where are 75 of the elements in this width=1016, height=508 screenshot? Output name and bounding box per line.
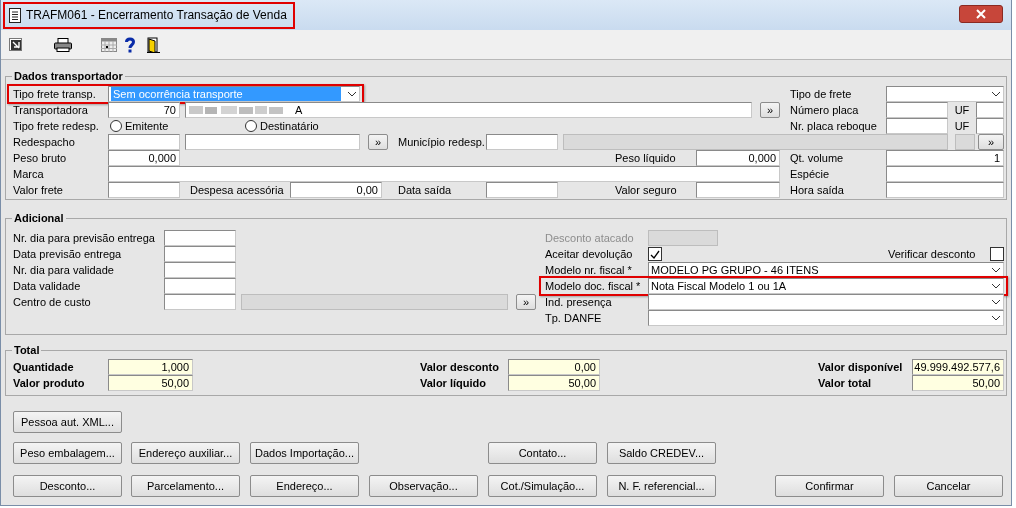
field-label: Tipo frete transp. — [13, 87, 97, 102]
field-label: Valor desconto — [420, 360, 500, 375]
field-label: Valor produto — [13, 376, 86, 391]
field-label: Modelo nr. fiscal * — [545, 263, 633, 278]
input-field[interactable]: A — [185, 102, 752, 118]
field-label: Ind. presença — [545, 295, 613, 310]
field-label: Transportadora — [13, 103, 89, 118]
input-field[interactable]: 50,00 — [912, 375, 1004, 391]
field-label: Data saída — [398, 183, 453, 198]
dialog-button[interactable]: Cot./Simulação... — [488, 475, 597, 497]
dialog-button[interactable]: Dados Importação... — [250, 442, 359, 464]
field-label: Município redesp. — [398, 135, 486, 150]
field-label: Tipo de frete — [790, 87, 853, 102]
field-label: Quantidade — [13, 360, 75, 375]
input-field[interactable]: 0,00 — [508, 359, 600, 375]
browse-button[interactable]: » — [368, 134, 388, 150]
dialog-button[interactable]: Peso embalagem... — [13, 442, 122, 464]
field-label: Aceitar devolução — [545, 247, 634, 262]
field-label: Peso bruto — [13, 151, 68, 166]
dropdown[interactable]: Nota Fiscal Modelo 1 ou 1A — [648, 278, 1004, 294]
field-label: Valor frete — [13, 183, 64, 198]
input-field[interactable]: 1,000 — [108, 359, 193, 375]
radio-button[interactable]: Destinatário — [245, 118, 365, 134]
dialog-button[interactable]: Saldo CREDEV... — [607, 442, 716, 464]
field-label: Valor seguro — [615, 183, 678, 198]
field-label: Nr. dia para validade — [13, 263, 115, 278]
dialog-button[interactable]: Observação... — [369, 475, 478, 497]
input-field[interactable]: 50,00 — [108, 375, 193, 391]
browse-button[interactable]: » — [516, 294, 536, 310]
input-field[interactable]: 0,000 — [108, 150, 180, 166]
input-field[interactable]: 0,00 — [290, 182, 382, 198]
field-label: Número placa — [790, 103, 860, 118]
field-label: Qt. volume — [790, 151, 845, 166]
section-title: Dados transportador — [13, 70, 124, 83]
field-label: UF — [953, 103, 971, 118]
field-label: Valor líquido — [420, 376, 487, 391]
input-field[interactable]: 1 — [886, 150, 1004, 166]
field-label: Tp. DANFE — [545, 311, 603, 326]
field-label: Redespacho — [13, 135, 76, 150]
dialog-button[interactable]: Cancelar — [894, 475, 1003, 497]
input-field[interactable]: 0,000 — [696, 150, 780, 166]
field-label: Espécie — [790, 167, 831, 182]
section-title: Total — [13, 344, 41, 357]
field-label: Despesa acessória — [190, 183, 285, 198]
input-field[interactable]: 50,00 — [508, 375, 600, 391]
field-label: Data previsão entrega — [13, 247, 123, 262]
dialog-button[interactable]: Endereço... — [250, 475, 359, 497]
field-label: Peso líquido — [615, 151, 677, 166]
section-title: Adicional — [13, 212, 65, 225]
window-title: TRAFM061 - Encerramento Transação de Venda — [26, 7, 287, 24]
field-label: Valor disponível — [818, 360, 904, 375]
dialog-button[interactable]: Pessoa aut. XML... — [13, 411, 122, 433]
dialog-button[interactable]: Endereço auxiliar... — [131, 442, 240, 464]
field-label: Modelo doc. fiscal * — [545, 279, 642, 294]
dialog-button[interactable]: Confirmar — [775, 475, 884, 497]
field-label: Desconto atacado — [545, 231, 635, 246]
dialog-button[interactable]: Contato... — [488, 442, 597, 464]
dialog-button[interactable]: N. F. referencial... — [607, 475, 716, 497]
field-label: Tipo frete redesp. — [13, 119, 100, 134]
field-label: UF — [953, 119, 971, 134]
browse-button[interactable]: » — [978, 134, 1004, 150]
input-field[interactable]: 49.999.492.577,6 — [912, 359, 1004, 375]
field-label: Valor total — [818, 376, 873, 391]
input-field[interactable]: 70 — [108, 102, 180, 118]
field-label: Hora saída — [790, 183, 845, 198]
radio-button[interactable]: Emitente — [110, 118, 240, 134]
browse-button[interactable]: » — [760, 102, 780, 118]
field-label: Marca — [13, 167, 45, 182]
field-label: Centro de custo — [13, 295, 92, 310]
dialog-button[interactable]: Desconto... — [13, 475, 122, 497]
field-label: Verificar desconto — [888, 247, 977, 262]
dialog-button[interactable]: Parcelamento... — [131, 475, 240, 497]
field-label: Nr. dia para previsão entrega — [13, 231, 156, 246]
field-label: Nr. placa reboque — [790, 119, 878, 134]
field-label: Data validade — [13, 279, 82, 294]
